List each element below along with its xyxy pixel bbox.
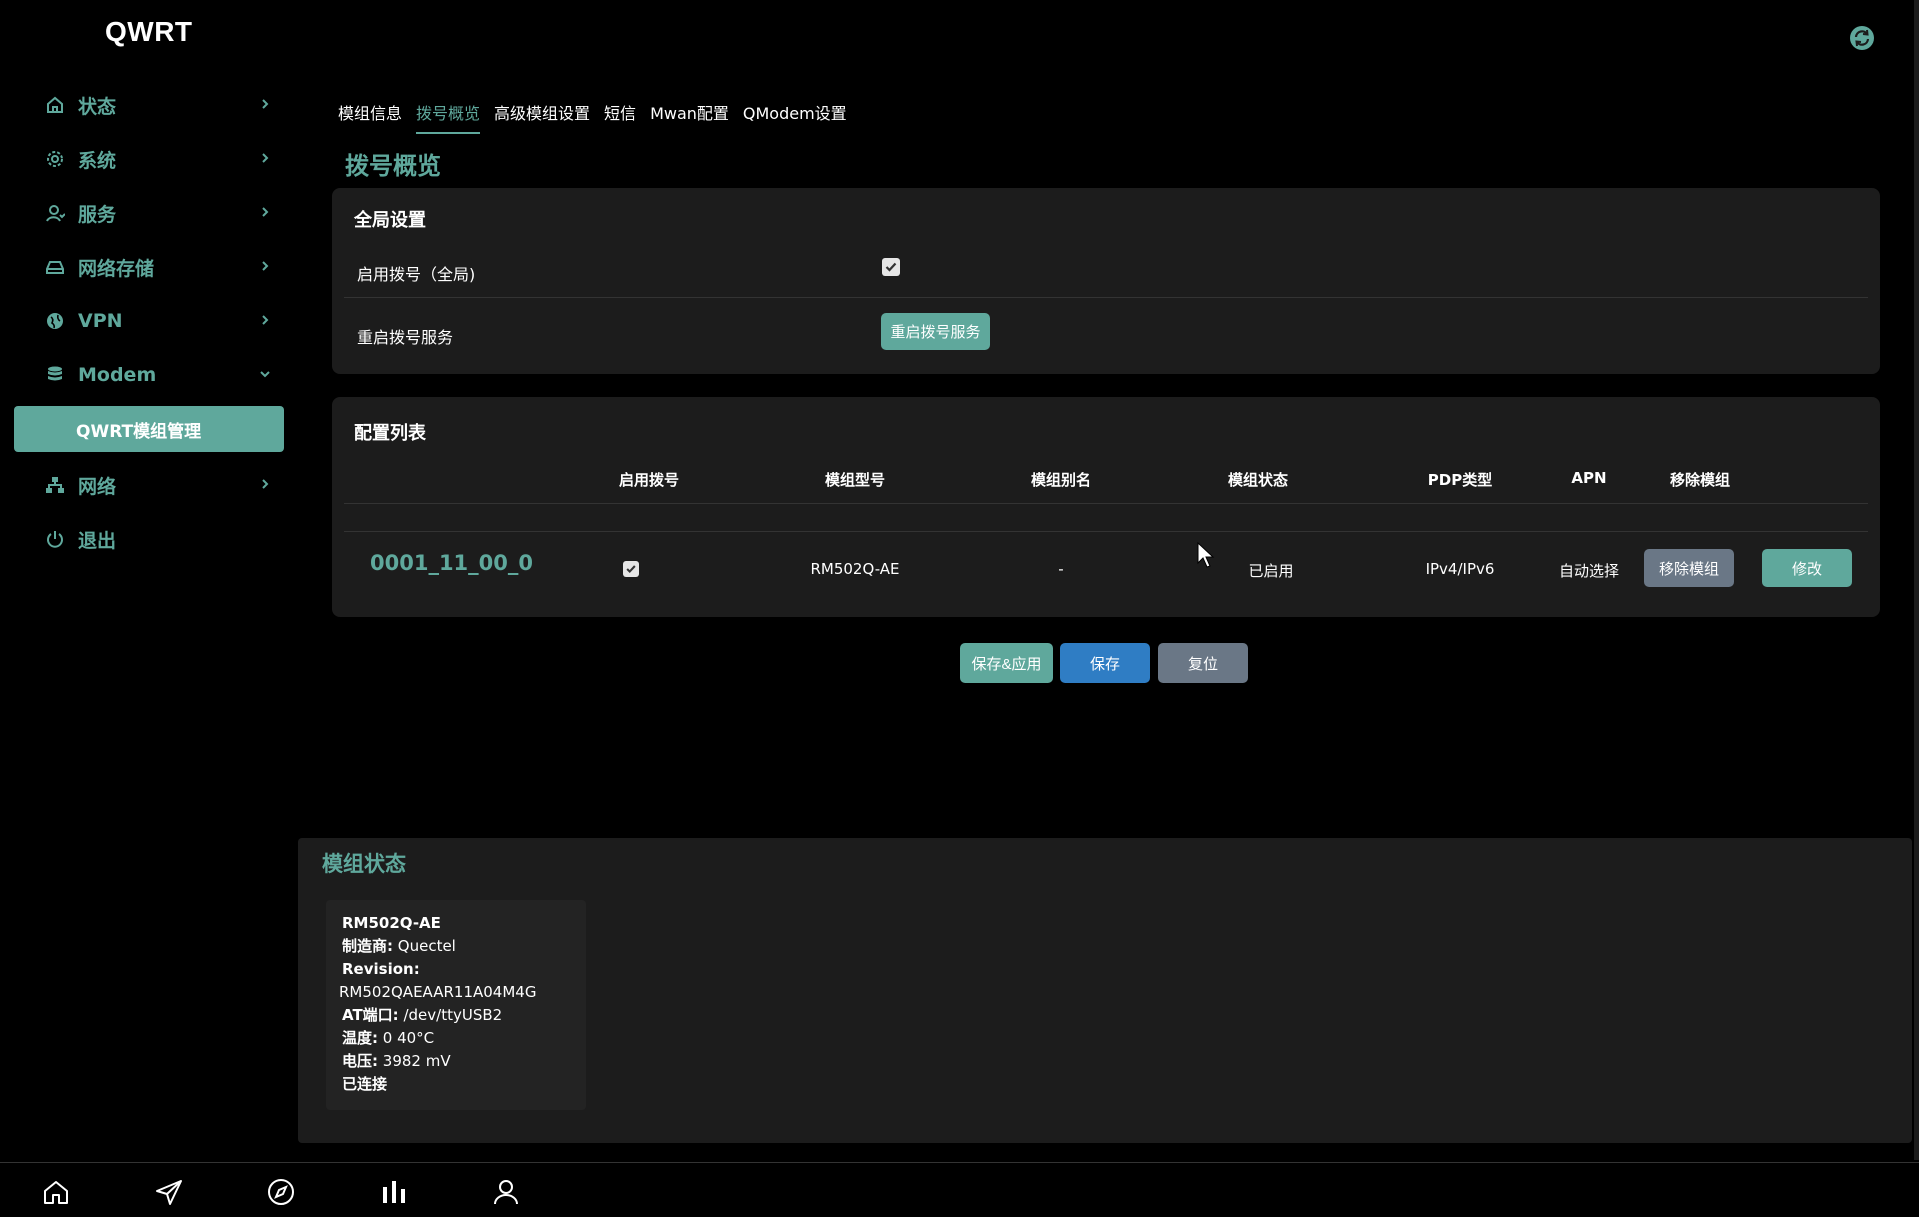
bottom-bar [0, 1162, 1919, 1217]
row-pdp: IPv4/IPv6 [1425, 560, 1495, 578]
status-revision: RM502QAEAAR11A04M4G [339, 983, 537, 1001]
home-icon [44, 94, 66, 116]
sidebar-item-modem[interactable]: Modem [14, 348, 284, 402]
col-header-model: 模组型号 [824, 471, 885, 489]
chevron-down-icon [258, 366, 272, 380]
row-model: RM502Q-AE [810, 560, 900, 578]
page-title: 拨号概览 [345, 152, 441, 180]
status-temp: 0 40°C [382, 1029, 435, 1047]
sidebar-item-label: 状态 [78, 95, 117, 118]
sidebar-item-label: VPN [78, 310, 123, 332]
restart-dial-label: 重启拨号服务 [357, 328, 454, 347]
page-scrollbar[interactable] [1914, 0, 1919, 1160]
sidebar-item-vpn[interactable]: VPN [14, 294, 284, 348]
module-status-card: RM502Q-AE 制造商: Quectel Revision: RM502QA… [326, 900, 586, 1110]
row-divider [344, 297, 1868, 298]
module-status-panel: 模组状态 RM502Q-AE 制造商: Quectel Revision: RM… [298, 838, 1912, 1143]
status-vendor-label: 制造商: [342, 937, 393, 955]
user-icon[interactable] [489, 1175, 523, 1209]
chevron-right-icon [258, 258, 272, 272]
tab-qmodem-settings[interactable]: QModem设置 [743, 100, 847, 134]
row-alias: - [1058, 560, 1064, 578]
row-divider [344, 531, 1868, 532]
tab-sms[interactable]: 短信 [604, 100, 636, 134]
app-root: QWRT 状态 系统 服务 网络存储 VPN Modem QWRT模组管理 网络… [0, 0, 1919, 1217]
enable-dial-checkbox[interactable] [882, 258, 900, 276]
chevron-right-icon [258, 476, 272, 490]
status-voltage-label: 电压: [342, 1052, 378, 1070]
col-header-pdp: PDP类型 [1427, 471, 1493, 489]
config-list-title: 配置列表 [354, 423, 426, 444]
globe-icon [44, 310, 66, 332]
bar-chart-icon[interactable] [377, 1175, 411, 1209]
sidebar-item-services[interactable]: 服务 [14, 186, 284, 240]
col-header-remove: 移除模组 [1669, 471, 1730, 489]
sidebar-item-label: 退出 [78, 529, 117, 552]
status-vendor: Quectel [397, 937, 456, 955]
sidebar-item-system[interactable]: 系统 [14, 132, 284, 186]
tab-module-info[interactable]: 模组信息 [338, 100, 402, 134]
sidebar-item-label: 服务 [78, 203, 117, 226]
module-status-title: 模组状态 [322, 852, 406, 876]
header-divider [344, 503, 1868, 504]
reset-button[interactable]: 复位 [1158, 643, 1248, 683]
status-revision-label: Revision: [342, 960, 420, 978]
power-icon [44, 528, 66, 550]
row-apn: 自动选择 [1558, 562, 1619, 580]
row-enable-checkbox[interactable] [623, 561, 639, 577]
tab-mwan-config[interactable]: Mwan配置 [650, 100, 729, 134]
chevron-right-icon [258, 96, 272, 110]
col-header-enable: 启用拨号 [618, 471, 679, 489]
sidebar-item-network[interactable]: 网络 [14, 458, 284, 512]
network-icon [44, 474, 66, 496]
enable-dial-label: 启用拨号（全局) [357, 265, 476, 284]
chevron-right-icon [258, 150, 272, 164]
restart-dial-button[interactable]: 重启拨号服务 [881, 313, 990, 350]
global-settings-title: 全局设置 [354, 210, 426, 231]
sidebar-nav: 状态 系统 服务 网络存储 VPN Modem QWRT模组管理 网络 退出 [14, 78, 284, 566]
status-connection: 已连接 [342, 1075, 388, 1093]
sidebar-subitem-label: QWRT模组管理 [76, 421, 202, 442]
gear-icon [44, 148, 66, 170]
sidebar-subitem-qwrt-module[interactable]: QWRT模组管理 [14, 406, 284, 452]
user-service-icon [44, 202, 66, 224]
tab-bar: 模组信息 拨号概览 高级模组设置 短信 Mwan配置 QModem设置 [338, 100, 847, 134]
status-voltage: 3982 mV [382, 1052, 451, 1070]
global-settings-panel: 全局设置 启用拨号（全局) 重启拨号服务 重启拨号服务 [332, 188, 1880, 374]
brand-logo: QWRT [105, 16, 193, 47]
config-list-panel: 配置列表 启用拨号 模组型号 模组别名 模组状态 PDP类型 APN 移除模组 … [332, 397, 1880, 617]
save-apply-button[interactable]: 保存&应用 [960, 643, 1053, 683]
sidebar-item-network-storage[interactable]: 网络存储 [14, 240, 284, 294]
config-row-id[interactable]: 0001_11_00_0 [370, 551, 533, 575]
sidebar-item-label: 网络存储 [78, 257, 155, 280]
compass-icon[interactable] [264, 1175, 298, 1209]
col-header-apn: APN [1571, 469, 1607, 487]
row-status: 已启用 [1248, 562, 1294, 580]
chevron-right-icon [258, 204, 272, 218]
sidebar-item-label: Modem [78, 364, 157, 386]
status-at-port: /dev/ttyUSB2 [403, 1006, 503, 1024]
sidebar-item-label: 网络 [78, 475, 117, 498]
status-at-port-label: AT端口: [342, 1006, 399, 1024]
col-header-alias: 模组别名 [1030, 471, 1091, 489]
edit-button[interactable]: 修改 [1762, 549, 1852, 587]
send-icon[interactable] [152, 1175, 186, 1209]
col-header-status: 模组状态 [1227, 471, 1288, 489]
tab-dial-overview[interactable]: 拨号概览 [416, 100, 481, 134]
refresh-icon[interactable] [1848, 24, 1876, 52]
drive-icon [44, 256, 66, 278]
tab-advanced-settings[interactable]: 高级模组设置 [494, 100, 590, 134]
save-button[interactable]: 保存 [1060, 643, 1150, 683]
chevron-right-icon [258, 312, 272, 326]
status-temp-label: 温度: [342, 1029, 378, 1047]
status-model: RM502Q-AE [342, 914, 441, 932]
sidebar-item-label: 系统 [78, 149, 117, 172]
remove-module-button[interactable]: 移除模组 [1644, 549, 1734, 587]
database-icon [44, 364, 66, 386]
sidebar-item-status[interactable]: 状态 [14, 78, 284, 132]
sidebar-item-logout[interactable]: 退出 [14, 512, 284, 566]
mouse-cursor-icon [1197, 541, 1215, 568]
home-icon[interactable] [39, 1175, 73, 1209]
